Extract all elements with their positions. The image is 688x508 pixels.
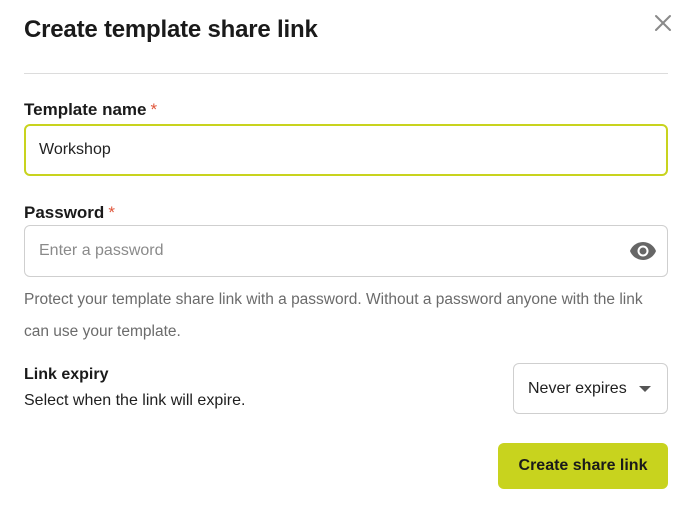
password-label-text: Password bbox=[24, 203, 105, 222]
show-password-toggle[interactable] bbox=[628, 237, 658, 265]
template-name-label-text: Template name bbox=[24, 100, 147, 119]
link-expiry-selected-value: Never expires bbox=[528, 379, 627, 397]
header-divider bbox=[24, 73, 668, 74]
dialog-title: Create template share link bbox=[24, 16, 318, 43]
link-expiry-subtitle: Select when the link will expire. bbox=[24, 392, 246, 409]
password-help-text: Protect your template share link with a … bbox=[24, 291, 643, 340]
required-mark: * bbox=[150, 100, 158, 119]
share-link-dialog: Create template share link Template name… bbox=[0, 0, 688, 508]
close-icon bbox=[655, 15, 671, 31]
required-mark: * bbox=[108, 203, 115, 222]
password-input[interactable] bbox=[24, 225, 668, 277]
caret-down-icon bbox=[639, 386, 651, 392]
template-name-label: Template name * bbox=[24, 100, 157, 120]
create-share-link-button[interactable]: Create share link bbox=[498, 443, 668, 489]
eye-icon bbox=[630, 242, 656, 260]
link-expiry-title: Link expiry bbox=[24, 366, 109, 383]
template-name-input[interactable] bbox=[24, 124, 668, 176]
close-button[interactable] bbox=[648, 8, 678, 38]
link-expiry-select[interactable]: Never expires bbox=[513, 363, 668, 414]
password-label: Password * bbox=[24, 203, 115, 223]
